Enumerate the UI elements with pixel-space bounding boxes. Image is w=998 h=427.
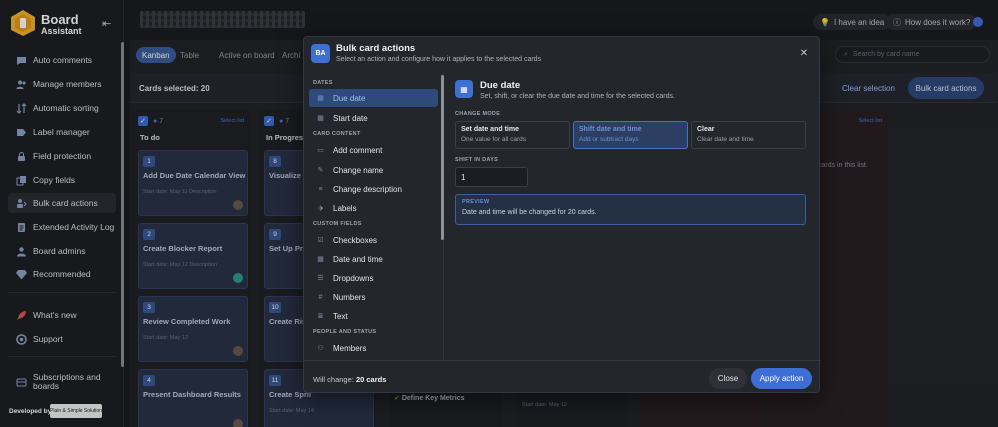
option-due-date[interactable]: ▦ Due date bbox=[309, 89, 438, 107]
will-change-count: 20 cards bbox=[355, 375, 387, 384]
action-list-scrollbar[interactable] bbox=[441, 75, 444, 240]
option-label: Start date bbox=[333, 113, 368, 123]
group-label-people: PEOPLE AND STATUS bbox=[313, 329, 377, 335]
calendar-icon: ▦ bbox=[455, 80, 473, 98]
mode-desc: One value for all cards bbox=[461, 136, 527, 143]
group-label-card-content: CARD CONTENT bbox=[313, 131, 361, 137]
mode-shift-date[interactable]: Shift date and time Add or subtract days bbox=[573, 121, 688, 149]
mode-clear[interactable]: Clear Clear date and time bbox=[691, 121, 806, 149]
modal-logo-badge: BA bbox=[311, 44, 330, 63]
mode-title: Set date and time bbox=[461, 126, 519, 133]
detail-subtitle: Set, shift, or clear the due date and ti… bbox=[480, 93, 675, 100]
close-button[interactable]: Close bbox=[709, 368, 747, 389]
option-label: Date and time bbox=[333, 254, 383, 264]
mode-desc: Clear date and time bbox=[697, 136, 754, 143]
bulk-actions-modal: BA Bulk card actions Select an action an… bbox=[303, 36, 821, 393]
text-icon: ≣ bbox=[317, 313, 324, 320]
preview-text: Date and time will be changed for 20 car… bbox=[462, 209, 597, 216]
change-mode-label: CHANGE MODE bbox=[455, 111, 501, 117]
group-label-custom-fields: CUSTOM FIELDS bbox=[313, 221, 362, 227]
hash-icon: # bbox=[318, 293, 323, 301]
tag-icon: ⬗ bbox=[317, 205, 324, 212]
detail-title: Due date bbox=[480, 80, 521, 91]
option-change-name[interactable]: ✎ Change name bbox=[309, 161, 438, 179]
shift-days-input[interactable]: 1 bbox=[455, 167, 528, 187]
option-label: Dropdowns bbox=[333, 273, 374, 283]
shift-days-label: SHIFT IN DAYS bbox=[455, 157, 499, 163]
option-dropdowns[interactable]: ☰ Dropdowns bbox=[309, 269, 438, 287]
preview-box: PREVIEW Date and time will be changed fo… bbox=[455, 194, 806, 225]
action-list: DATES ▦ Due date ▦ Start date CARD CONTENT… bbox=[304, 73, 444, 360]
mode-title: Shift date and time bbox=[579, 126, 642, 133]
option-label: Numbers bbox=[333, 292, 366, 302]
calendar-icon: ▦ bbox=[317, 256, 324, 263]
option-checkboxes[interactable]: ☑ Checkboxes bbox=[309, 231, 438, 249]
app-root: Board Assistant ⇤ Auto comments Manage m… bbox=[0, 0, 998, 427]
option-text[interactable]: ≣ Text bbox=[309, 307, 438, 325]
will-change-label: Will change: bbox=[313, 375, 354, 384]
option-label: Text bbox=[333, 311, 348, 321]
option-add-comment[interactable]: ▭ Add comment bbox=[309, 141, 438, 159]
mode-set-date[interactable]: Set date and time One value for all card… bbox=[455, 121, 570, 149]
option-date-and-time[interactable]: ▦ Date and time bbox=[309, 250, 438, 268]
mode-desc: Add or subtract days bbox=[579, 136, 639, 143]
modal-header: BA Bulk card actions Select an action an… bbox=[304, 37, 821, 70]
comment-icon: ▭ bbox=[317, 147, 324, 154]
modal-title: Bulk card actions bbox=[336, 43, 416, 54]
members-icon: ⚇ bbox=[317, 345, 324, 352]
will-change-summary: Will change: 20 cards bbox=[313, 375, 386, 384]
description-icon: ≡ bbox=[318, 185, 323, 193]
option-label: Add comment bbox=[333, 145, 383, 155]
group-label-dates: DATES bbox=[313, 80, 333, 86]
checkbox-icon: ☑ bbox=[317, 237, 324, 244]
apply-action-button[interactable]: Apply action bbox=[751, 368, 812, 389]
option-label: Change name bbox=[333, 165, 384, 175]
option-label: Members bbox=[333, 343, 367, 353]
option-start-date[interactable]: ▦ Start date bbox=[309, 109, 438, 127]
option-labels[interactable]: ⬗ Labels bbox=[309, 199, 438, 217]
option-label: Checkboxes bbox=[333, 235, 378, 245]
option-members[interactable]: ⚇ Members bbox=[309, 339, 438, 357]
list-icon: ☰ bbox=[317, 275, 324, 282]
modal-subtitle: Select an action and configure how it ap… bbox=[336, 56, 542, 63]
option-numbers[interactable]: # Numbers bbox=[309, 288, 438, 306]
option-change-description[interactable]: ≡ Change description bbox=[309, 180, 438, 198]
mode-title: Clear bbox=[697, 126, 715, 133]
calendar-icon: ▦ bbox=[317, 115, 324, 122]
option-label: Change description bbox=[333, 184, 402, 194]
option-label: Labels bbox=[333, 203, 357, 213]
calendar-icon: ▦ bbox=[317, 95, 324, 102]
pencil-icon: ✎ bbox=[317, 167, 324, 174]
preview-label: PREVIEW bbox=[462, 199, 490, 205]
option-label: Due date bbox=[333, 93, 366, 103]
close-icon[interactable]: ✕ bbox=[798, 47, 810, 59]
